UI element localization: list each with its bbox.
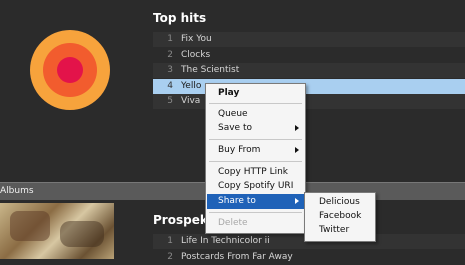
share-item-twitter[interactable]: Twitter (306, 223, 374, 238)
top-hits-title: Top hits (153, 11, 207, 25)
track-row[interactable]: 2 Postcards From Far Away (153, 250, 465, 265)
menu-separator (209, 161, 302, 162)
track-title: The Scientist (181, 65, 240, 75)
share-item-facebook[interactable]: Facebook (306, 209, 374, 224)
track-title: Clocks (181, 50, 211, 60)
menu-separator (209, 103, 302, 104)
submenu-arrow-icon (295, 198, 299, 204)
submenu-arrow-icon (295, 125, 299, 131)
track-row-selected[interactable]: 4 Yello (153, 79, 465, 94)
track-number: 3 (167, 65, 173, 75)
track-title: Life In Technicolor ii (181, 236, 270, 246)
track-title: Fix You (181, 34, 212, 44)
album-cover[interactable] (0, 203, 114, 259)
share-item-delicious[interactable]: Delicious (306, 195, 374, 210)
artist-image-core (57, 57, 83, 83)
track-number: 5 (167, 96, 173, 106)
menu-item-delete: Delete (218, 218, 248, 228)
menu-separator (209, 212, 302, 213)
track-number: 2 (167, 50, 173, 60)
track-title: Yello (181, 81, 202, 91)
submenu-arrow-icon (295, 147, 299, 153)
menu-item-share-to[interactable]: Share to (207, 194, 304, 209)
track-number: 4 (167, 81, 173, 91)
context-menu: Play Queue Save to Buy From Copy HTTP Li… (205, 83, 306, 234)
track-title: Postcards From Far Away (181, 252, 293, 262)
track-number: 1 (167, 236, 173, 246)
menu-item-queue[interactable]: Queue (207, 107, 304, 122)
track-row[interactable]: 5 Viva (153, 94, 465, 109)
menu-separator (209, 139, 302, 140)
track-row[interactable]: 3 The Scientist (153, 63, 465, 78)
share-submenu: Delicious Facebook Twitter (304, 192, 376, 242)
menu-item-copy-http-link[interactable]: Copy HTTP Link (207, 165, 304, 180)
menu-item-buy-from[interactable]: Buy From (207, 143, 304, 158)
track-title: Viva (181, 96, 201, 106)
album-cover-detail (60, 221, 104, 247)
menu-item-play[interactable]: Play (207, 86, 304, 101)
track-number: 1 (167, 34, 173, 44)
album-cover-detail (10, 211, 50, 241)
track-number: 2 (167, 252, 173, 262)
menu-item-copy-spotify-uri[interactable]: Copy Spotify URI (207, 179, 304, 194)
track-row[interactable]: 1 Fix You (153, 32, 465, 47)
track-row[interactable]: 2 Clocks (153, 48, 465, 63)
artist-image[interactable] (30, 30, 110, 110)
albums-header-label: Albums (0, 186, 34, 196)
menu-item-save-to[interactable]: Save to (207, 121, 304, 136)
